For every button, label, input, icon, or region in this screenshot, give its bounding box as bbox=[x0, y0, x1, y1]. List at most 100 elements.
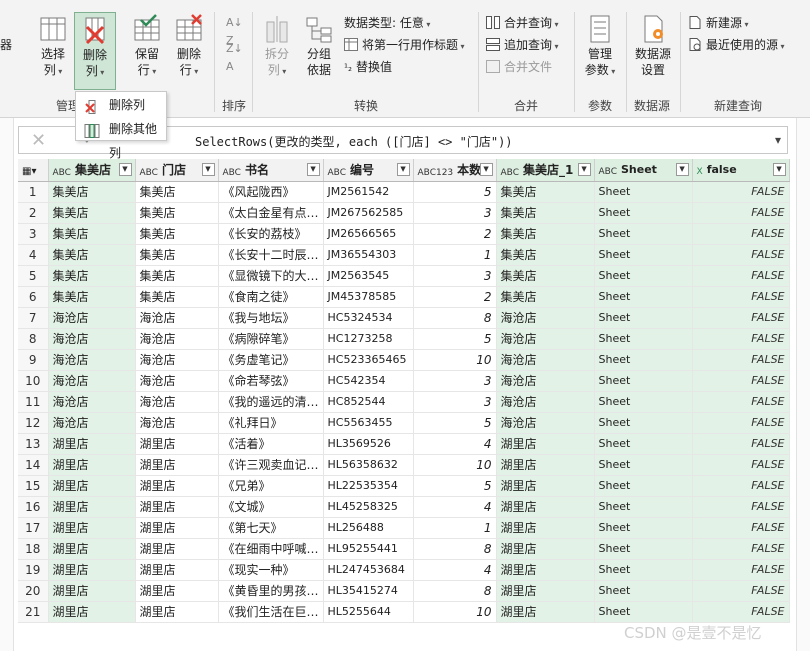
table-cell[interactable]: JM2563545 bbox=[323, 265, 414, 287]
table-cell[interactable]: 《病隙碎笔》 bbox=[218, 328, 324, 350]
table-cell[interactable]: Sheet bbox=[594, 223, 693, 245]
table-cell[interactable]: Sheet bbox=[594, 601, 693, 623]
table-cell[interactable]: 4 bbox=[413, 559, 497, 581]
text-type-icon[interactable]: ABC bbox=[599, 168, 617, 177]
table-cell[interactable]: 《活着》 bbox=[218, 433, 324, 455]
table-row[interactable]: 20 湖里店 湖里店 《黄昏里的男孩… HL35415274 8 湖里店 Sheet FALSE bbox=[18, 580, 790, 602]
table-cell[interactable]: 10 bbox=[413, 454, 497, 476]
table-cell[interactable]: 海沧店 bbox=[135, 349, 219, 371]
table-cell[interactable]: 湖里店 bbox=[48, 475, 136, 497]
table-row[interactable]: 10 海沧店 海沧店 《命若琴弦》 HC542354 3 海沧店 Sheet FALSE bbox=[18, 370, 790, 392]
table-cell[interactable]: 《我们生活在巨… bbox=[218, 601, 324, 623]
table-cell[interactable]: Sheet bbox=[594, 412, 693, 434]
table-cell[interactable]: 《太白金星有点… bbox=[218, 202, 324, 224]
table-cell[interactable]: 湖里店 bbox=[496, 454, 595, 476]
table-cell[interactable]: 集美店 bbox=[135, 265, 219, 287]
table-cell[interactable]: 《显微镜下的大… bbox=[218, 265, 324, 287]
column-header[interactable]: ABC 编号 ▼ bbox=[323, 159, 414, 182]
table-cell[interactable]: Sheet bbox=[594, 265, 693, 287]
table-cell[interactable]: 海沧店 bbox=[135, 412, 219, 434]
table-cell[interactable]: 集美店 bbox=[135, 181, 219, 203]
data-type-dropdown[interactable]: 数据类型: 任意 ▾ bbox=[344, 14, 430, 34]
table-cell[interactable]: 《长安的荔枝》 bbox=[218, 223, 324, 245]
table-cell[interactable]: 湖里店 bbox=[48, 496, 136, 518]
table-cell[interactable]: 《风起陇西》 bbox=[218, 181, 324, 203]
table-cell[interactable]: Sheet bbox=[594, 328, 693, 350]
table-cell[interactable]: FALSE bbox=[692, 433, 790, 455]
table-cell[interactable]: JM2561542 bbox=[323, 181, 414, 203]
table-row[interactable]: 6 集美店 集美店 《食南之徒》 JM45378585 2 集美店 Sheet FALSE bbox=[18, 286, 790, 308]
text-type-icon[interactable]: ABC bbox=[223, 169, 241, 178]
table-cell[interactable]: 集美店 bbox=[496, 244, 595, 266]
table-cell[interactable]: 10 bbox=[413, 601, 497, 623]
table-cell[interactable]: 《命若琴弦》 bbox=[218, 370, 324, 392]
table-row[interactable]: 9 海沧店 海沧店 《务虚笔记》 HC523365465 10 海沧店 Sheet FALSE bbox=[18, 349, 790, 371]
table-cell[interactable]: 3 bbox=[413, 265, 497, 287]
table-cell[interactable]: 4 bbox=[413, 433, 497, 455]
table-row[interactable]: 7 海沧店 海沧店 《我与地坛》 HC5324534 8 海沧店 Sheet FALSE bbox=[18, 307, 790, 329]
table-cell[interactable]: HL256488 bbox=[323, 517, 414, 539]
table-cell[interactable]: 8 bbox=[413, 538, 497, 560]
table-cell[interactable]: 海沧店 bbox=[48, 412, 136, 434]
table-cell[interactable]: 海沧店 bbox=[135, 307, 219, 329]
table-cell[interactable]: 《务虚笔记》 bbox=[218, 349, 324, 371]
table-cell[interactable]: 集美店 bbox=[496, 223, 595, 245]
column-header[interactable]: ABC 书名 ▼ bbox=[218, 159, 324, 182]
filter-applied-icon[interactable]: ▼ bbox=[201, 163, 215, 176]
table-cell[interactable]: 集美店 bbox=[496, 181, 595, 203]
table-cell[interactable]: HC852544 bbox=[323, 391, 414, 413]
table-cell[interactable]: 海沧店 bbox=[48, 370, 136, 392]
table-cell[interactable]: 集美店 bbox=[496, 265, 595, 287]
table-cell[interactable]: JM267562585 bbox=[323, 202, 414, 224]
filter-dropdown-icon[interactable]: ▼ bbox=[306, 163, 320, 176]
table-cell[interactable]: HL35415274 bbox=[323, 580, 414, 602]
table-cell[interactable]: 海沧店 bbox=[496, 391, 595, 413]
table-cell[interactable]: 海沧店 bbox=[48, 349, 136, 371]
table-cell[interactable]: 8 bbox=[413, 307, 497, 329]
table-cell[interactable]: Sheet bbox=[594, 496, 693, 518]
table-cell[interactable]: 湖里店 bbox=[48, 517, 136, 539]
table-cell[interactable]: FALSE bbox=[692, 181, 790, 203]
table-cell[interactable]: 湖里店 bbox=[48, 454, 136, 476]
table-cell[interactable]: 《我与地坛》 bbox=[218, 307, 324, 329]
table-row[interactable]: 18 湖里店 湖里店 《在细雨中呼喊… HL95255441 8 湖里店 Sheet FALSE bbox=[18, 538, 790, 560]
table-cell[interactable]: 集美店 bbox=[135, 286, 219, 308]
table-row[interactable]: 19 湖里店 湖里店 《现实一种》 HL247453684 4 湖里店 Sheet FALSE bbox=[18, 559, 790, 581]
table-cell[interactable]: HL247453684 bbox=[323, 559, 414, 581]
group-by-button[interactable]: 分组 依据 bbox=[300, 14, 338, 78]
table-cell[interactable]: FALSE bbox=[692, 580, 790, 602]
table-cell[interactable]: Sheet bbox=[594, 538, 693, 560]
table-cell[interactable]: Sheet bbox=[594, 202, 693, 224]
table-cell[interactable]: Sheet bbox=[594, 244, 693, 266]
cancel-formula-icon[interactable]: ✕ bbox=[31, 130, 46, 151]
table-cell[interactable]: 湖里店 bbox=[496, 517, 595, 539]
table-row[interactable]: 15 湖里店 湖里店 《兄弟》 HL22535354 5 湖里店 Sheet FALSE bbox=[18, 475, 790, 497]
table-cell[interactable]: FALSE bbox=[692, 454, 790, 476]
table-cell[interactable]: HL56358632 bbox=[323, 454, 414, 476]
table-cell[interactable]: 5 bbox=[413, 328, 497, 350]
table-cell[interactable]: 海沧店 bbox=[135, 391, 219, 413]
table-cell[interactable]: 湖里店 bbox=[496, 538, 595, 560]
table-cell[interactable]: 湖里店 bbox=[48, 601, 136, 623]
table-cell[interactable]: 《黄昏里的男孩… bbox=[218, 580, 324, 602]
table-cell[interactable]: 《食南之徒》 bbox=[218, 286, 324, 308]
table-cell[interactable]: HC5324534 bbox=[323, 307, 414, 329]
table-cell[interactable]: 海沧店 bbox=[496, 349, 595, 371]
table-cell[interactable]: Sheet bbox=[594, 433, 693, 455]
table-cell[interactable]: 2 bbox=[413, 286, 497, 308]
table-cell[interactable]: Sheet bbox=[594, 559, 693, 581]
table-cell[interactable]: FALSE bbox=[692, 202, 790, 224]
table-cell[interactable]: FALSE bbox=[692, 244, 790, 266]
table-cell[interactable]: 湖里店 bbox=[135, 454, 219, 476]
table-cell[interactable]: 集美店 bbox=[135, 223, 219, 245]
table-cell[interactable]: 海沧店 bbox=[496, 307, 595, 329]
choose-columns-button[interactable]: 选择 列 ▾ bbox=[34, 14, 72, 80]
table-cell[interactable]: JM26566565 bbox=[323, 223, 414, 245]
menu-item-remove-other-columns[interactable]: 删除其他列 bbox=[76, 117, 166, 160]
table-cell[interactable]: 海沧店 bbox=[48, 328, 136, 350]
keep-rows-button[interactable]: 保留 行 ▾ bbox=[128, 14, 166, 80]
manage-parameters-button[interactable]: 管理 参数 ▾ bbox=[580, 14, 620, 80]
table-cell[interactable]: FALSE bbox=[692, 349, 790, 371]
logical-type-icon[interactable]: X bbox=[697, 168, 703, 177]
table-cell[interactable]: 湖里店 bbox=[135, 580, 219, 602]
